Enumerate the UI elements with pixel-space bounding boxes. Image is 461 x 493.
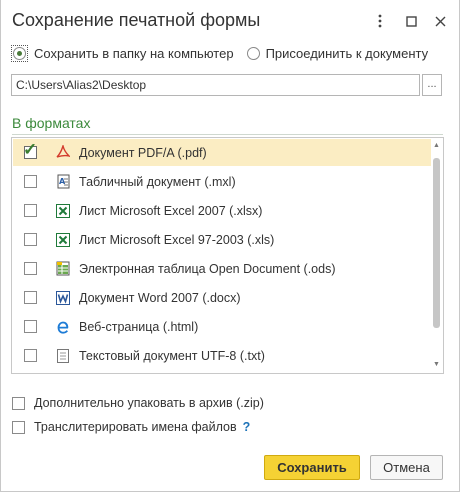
zip-label[interactable]: Дополнительно упаковать в архив (.zip) — [34, 396, 264, 410]
close-icon[interactable] — [432, 13, 448, 29]
maximize-icon[interactable] — [403, 13, 419, 29]
format-checkbox-txt[interactable] — [24, 349, 37, 362]
browse-folder-button[interactable]: ... — [422, 74, 442, 96]
translit-checkbox[interactable] — [12, 420, 25, 434]
dialog-title: Сохранение печатной формы — [12, 10, 261, 30]
formats-scrollbar[interactable]: ▲ ▼ — [430, 138, 443, 373]
format-label: Документ PDF/A (.pdf) — [79, 145, 207, 160]
format-checkbox-xls[interactable] — [24, 233, 37, 246]
checkmark-icon: ✓ — [23, 140, 38, 159]
format-label: Табличный документ (.mxl) — [79, 174, 236, 189]
format-row-ods[interactable]: Электронная таблица Open Document (.ods) — [13, 255, 431, 282]
format-label: Веб-страница (.html) — [79, 319, 199, 334]
format-label: Лист Microsoft Excel 97-2003 (.xls) — [79, 232, 275, 247]
scroll-down-icon[interactable]: ▼ — [430, 359, 443, 371]
ods-icon — [55, 261, 71, 277]
format-row-txt[interactable]: Текстовый документ UTF-8 (.txt) — [13, 342, 431, 369]
format-checkbox-mxl[interactable] — [24, 175, 37, 188]
formats-divider — [12, 134, 443, 135]
format-row-docx[interactable]: Документ Word 2007 (.docx) — [13, 284, 431, 311]
radio-attach-document[interactable] — [246, 47, 260, 60]
format-checkbox-ods[interactable] — [24, 262, 37, 275]
format-label: Документ Word 2007 (.docx) — [79, 290, 241, 305]
save-print-form-dialog: Сохранение печатной формы Сохранить в па… — [0, 0, 460, 492]
format-row-mxl[interactable]: A Табличный документ (.mxl) — [13, 168, 431, 195]
more-vertical-icon[interactable] — [372, 13, 388, 29]
radio-save-folder[interactable] — [11, 45, 28, 62]
scrollbar-thumb[interactable] — [433, 158, 440, 328]
format-label: Текстовый документ UTF-8 (.txt) — [79, 348, 265, 363]
format-checkbox-pdf[interactable]: ✓ — [23, 140, 37, 159]
zip-option[interactable]: Дополнительно упаковать в архив (.zip) — [12, 396, 264, 410]
radio-save-folder-circle[interactable] — [13, 47, 26, 60]
folder-path-input[interactable]: C:\Users\Alias2\Desktop — [11, 74, 420, 96]
format-row-xlsx[interactable]: Лист Microsoft Excel 2007 (.xlsx) — [13, 197, 431, 224]
excel-icon — [55, 203, 71, 219]
scroll-up-icon[interactable]: ▲ — [430, 140, 443, 152]
format-label: Электронная таблица Open Document (.ods) — [79, 261, 336, 276]
help-icon[interactable]: ? — [243, 420, 251, 434]
format-checkbox-docx[interactable] — [24, 291, 37, 304]
formats-heading: В форматах — [12, 115, 91, 131]
radio-attach-document-label[interactable]: Присоединить к документу — [266, 46, 429, 61]
translit-label[interactable]: Транслитерировать имена файлов — [34, 420, 237, 434]
web-page-icon — [55, 319, 71, 335]
zip-checkbox[interactable] — [12, 396, 25, 410]
save-button[interactable]: Сохранить — [264, 455, 360, 480]
text-doc-icon — [55, 348, 71, 364]
excel-icon — [55, 232, 71, 248]
format-checkbox-html[interactable] — [24, 320, 37, 333]
format-label: Лист Microsoft Excel 2007 (.xlsx) — [79, 203, 263, 218]
formats-list: ✓ Документ PDF/A (.pdf) A Табличный доку… — [11, 137, 444, 374]
spreadsheet-doc-icon: A — [55, 174, 71, 190]
format-row-xls[interactable]: Лист Microsoft Excel 97-2003 (.xls) — [13, 226, 431, 253]
format-checkbox-xlsx[interactable] — [24, 204, 37, 217]
destination-options: Сохранить в папку на компьютер Присоедин… — [11, 45, 428, 62]
cancel-button[interactable]: Отмена — [370, 455, 443, 480]
translit-option[interactable]: Транслитерировать имена файлов ? — [12, 420, 250, 434]
format-row-pdf[interactable]: ✓ Документ PDF/A (.pdf) — [13, 139, 431, 166]
radio-save-folder-label[interactable]: Сохранить в папку на компьютер — [34, 46, 234, 61]
pdf-icon — [55, 145, 71, 161]
format-row-html[interactable]: Веб-страница (.html) — [13, 313, 431, 340]
word-icon — [55, 290, 71, 306]
